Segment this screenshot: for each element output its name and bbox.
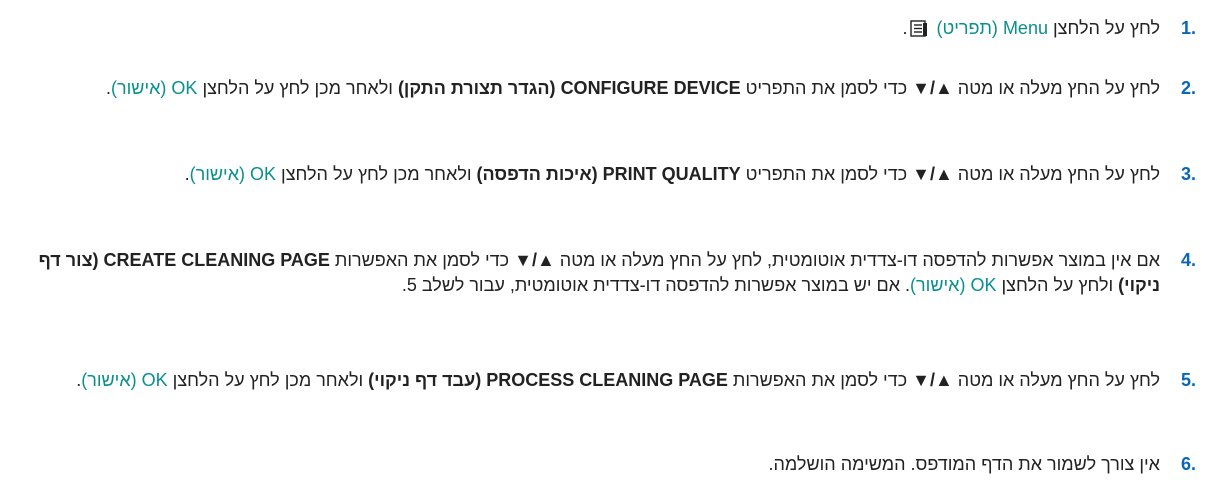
- ok-key-label: OK (אישור): [111, 78, 198, 98]
- menu-icon: [910, 19, 928, 44]
- ok-key-label: OK (אישור): [81, 370, 168, 390]
- ok-key-label: OK (אישור): [910, 275, 997, 295]
- step-text-part: אם אין במוצר אפשרות להדפסה דו-צדדית אוטו…: [554, 250, 1160, 270]
- step-4: .4 אם אין במוצר אפשרות להדפסה דו-צדדית א…: [0, 248, 1208, 298]
- step-text: לחץ על החץ מעלה או מטה ▲/▼ כדי לסמן את ה…: [20, 76, 1208, 101]
- document: .1 לחץ על הלחצן Menu (תפריט) . .2 לחץ על…: [0, 0, 1208, 480]
- option-name: PROCESS CLEANING PAGE (עבד דף ניקוי): [368, 370, 728, 390]
- step-1: .1 לחץ על הלחצן Menu (תפריט) .: [0, 16, 1208, 44]
- step-text-part: כדי לסמן את האפשרות: [727, 370, 913, 390]
- menu-name: CONFIGURE DEVICE (הגדר תצורת התקן): [397, 78, 741, 98]
- step-text: אם אין במוצר אפשרות להדפסה דו-צדדית אוטו…: [20, 248, 1208, 298]
- step-text-part: לחץ על הלחצן: [1047, 18, 1160, 38]
- arrow-up-down-icon: ▲/▼: [514, 250, 555, 270]
- step-text-part: לחץ על החץ מעלה או מטה: [952, 164, 1160, 184]
- step-text-part: לחץ על החץ מעלה או מטה: [952, 370, 1160, 390]
- step-text-part: כדי לסמן את האפשרות: [329, 250, 515, 270]
- step-text-part: כדי לסמן את התפריט: [740, 78, 913, 98]
- step-2: .2 לחץ על החץ מעלה או מטה ▲/▼ כדי לסמן א…: [0, 76, 1208, 101]
- step-text: לחץ על החץ מעלה או מטה ▲/▼ כדי לסמן את ה…: [20, 368, 1208, 393]
- step-text: לחץ על הלחצן Menu (תפריט) .: [20, 16, 1208, 44]
- menu-name: PRINT QUALITY (איכות הדפסה): [476, 164, 741, 184]
- step-text-part: אין צורך לשמור את הדף המודפס. המשימה הוש…: [768, 454, 1160, 474]
- step-text-part: . אם יש במוצר אפשרות להדפסה דו-צדדית אוט…: [401, 275, 911, 295]
- arrow-up-down-icon: ▲/▼: [912, 164, 953, 184]
- step-text-part: ולאחר מכן לחץ על הלחצן: [276, 164, 477, 184]
- arrow-up-down-icon: ▲/▼: [912, 78, 953, 98]
- step-5: .5 לחץ על החץ מעלה או מטה ▲/▼ כדי לסמן א…: [0, 368, 1208, 393]
- step-text-part: כדי לסמן את התפריט: [740, 164, 913, 184]
- step-text-part: ולחץ על הלחצן: [996, 275, 1119, 295]
- step-text-part: ולאחר מכן לחץ על הלחצן: [167, 370, 369, 390]
- menu-key-label: Menu (תפריט): [936, 18, 1048, 38]
- step-3: .3 לחץ על החץ מעלה או מטה ▲/▼ כדי לסמן א…: [0, 162, 1208, 187]
- step-text: אין צורך לשמור את הדף המודפס. המשימה הוש…: [20, 452, 1208, 477]
- step-text: לחץ על החץ מעלה או מטה ▲/▼ כדי לסמן את ה…: [20, 162, 1208, 187]
- ok-key-label: OK (אישור): [189, 164, 277, 184]
- step-text-part: .: [902, 18, 908, 38]
- step-text-part: לחץ על החץ מעלה או מטה: [952, 78, 1160, 98]
- step-6: .6 אין צורך לשמור את הדף המודפס. המשימה …: [0, 452, 1208, 477]
- arrow-up-down-icon: ▲/▼: [912, 370, 953, 390]
- step-text-part: ולאחר מכן לחץ על הלחצן: [197, 78, 398, 98]
